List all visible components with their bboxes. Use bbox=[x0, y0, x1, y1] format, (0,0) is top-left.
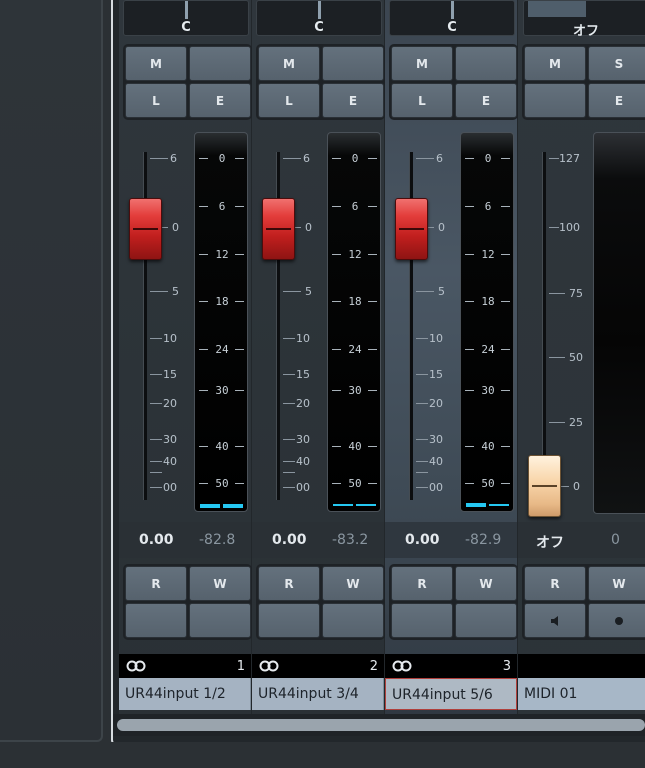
channel-header: 3 bbox=[385, 654, 517, 678]
volume-value[interactable]: 0.00 bbox=[272, 532, 307, 548]
write-button[interactable]: W bbox=[322, 566, 384, 601]
pan-control[interactable]: C bbox=[256, 0, 382, 36]
velocity-value[interactable]: 0 bbox=[611, 532, 620, 548]
listen-button[interactable]: L bbox=[125, 83, 187, 118]
channel-name-label: UR44input 3/4 bbox=[258, 686, 359, 702]
level-meter: 0 6 12 18 24 30 40 50 bbox=[194, 132, 248, 512]
channel-header: 1 bbox=[119, 654, 251, 678]
write-button[interactable]: W bbox=[455, 566, 517, 601]
pan-indicator bbox=[528, 1, 586, 17]
meter-led-left bbox=[466, 503, 486, 507]
channel-number: 1 bbox=[236, 659, 245, 674]
peak-value[interactable]: -82.8 bbox=[199, 532, 235, 548]
volume-fader-knob[interactable] bbox=[395, 198, 428, 260]
channel-name[interactable]: UR44input 3/4 bbox=[252, 678, 384, 710]
channel-name-label: UR44input 5/6 bbox=[392, 687, 493, 703]
channel-strip-3: C M L E 6 0 5 10 15 20 30 40 00 0 6 12 1… bbox=[385, 0, 518, 718]
record-dot-icon bbox=[615, 616, 623, 625]
stereo-link-icon bbox=[126, 660, 146, 672]
read-button[interactable]: R bbox=[258, 566, 320, 601]
blank-button[interactable] bbox=[322, 603, 384, 638]
solo-button[interactable]: S bbox=[588, 46, 645, 81]
channel-name-label: MIDI 01 bbox=[524, 686, 578, 702]
mute-button[interactable]: M bbox=[258, 46, 320, 81]
edit-button[interactable]: E bbox=[322, 83, 384, 118]
midi-volume-fader-knob[interactable] bbox=[528, 455, 561, 517]
meter-led-right bbox=[223, 504, 243, 508]
read-button[interactable]: R bbox=[391, 566, 453, 601]
read-button[interactable]: R bbox=[125, 566, 187, 601]
channel-number: 2 bbox=[369, 659, 378, 674]
meter-led-left bbox=[200, 504, 220, 508]
pan-control[interactable]: C bbox=[123, 0, 249, 36]
value-display: オフ 0 bbox=[518, 522, 645, 558]
pan-indicator bbox=[451, 1, 454, 19]
write-button[interactable]: W bbox=[588, 566, 645, 601]
pan-value: C bbox=[181, 20, 191, 35]
mute-button[interactable]: M bbox=[391, 46, 453, 81]
level-meter: 0 6 12 18 24 30 40 50 bbox=[460, 132, 514, 512]
channel-name-label: UR44input 1/2 bbox=[125, 686, 226, 702]
channel-strip-midi: オフ M S E 127 100 75 50 25 0 オフ 0 R W MID… bbox=[518, 0, 645, 718]
pan-indicator bbox=[185, 1, 188, 19]
mute-button[interactable]: M bbox=[125, 46, 187, 81]
mixer-console: C M L E 6 0 5 10 15 20 30 40 00 0 6 12 1… bbox=[111, 0, 645, 746]
read-button[interactable]: R bbox=[524, 566, 586, 601]
solo-button[interactable] bbox=[189, 46, 251, 81]
edit-button[interactable]: E bbox=[455, 83, 517, 118]
pan-control[interactable]: C bbox=[389, 0, 515, 36]
blank-button[interactable] bbox=[391, 603, 453, 638]
monitor-button[interactable] bbox=[524, 603, 586, 638]
value-display: 0.00 -82.9 bbox=[385, 522, 517, 558]
channel-number: 3 bbox=[502, 659, 511, 674]
blank-button[interactable] bbox=[125, 603, 187, 638]
channel-name[interactable]: UR44input 1/2 bbox=[119, 678, 251, 710]
level-meter: 0 6 12 18 24 30 40 50 bbox=[327, 132, 381, 512]
midi-pan-control[interactable]: オフ bbox=[523, 0, 645, 39]
pan-value: C bbox=[447, 20, 457, 35]
stereo-link-icon bbox=[259, 660, 279, 672]
left-panel bbox=[0, 0, 103, 742]
channel-header: 2 bbox=[252, 654, 384, 678]
channel-name[interactable]: MIDI 01 bbox=[518, 678, 645, 710]
value-display: 0.00 -83.2 bbox=[252, 522, 384, 558]
meter-led-right bbox=[489, 504, 509, 506]
window-bottom-edge bbox=[0, 742, 645, 768]
pan-indicator bbox=[318, 1, 321, 19]
blank-button[interactable] bbox=[524, 83, 586, 118]
edit-button[interactable]: E bbox=[588, 83, 645, 118]
volume-fader-knob[interactable] bbox=[262, 198, 295, 260]
channel-header: 1 bbox=[518, 654, 645, 678]
mute-button[interactable]: M bbox=[524, 46, 586, 81]
midi-level-meter bbox=[593, 132, 645, 514]
solo-button[interactable] bbox=[455, 46, 517, 81]
volume-value[interactable]: オフ bbox=[536, 532, 564, 552]
edit-button[interactable]: E bbox=[189, 83, 251, 118]
volume-fader-knob[interactable] bbox=[129, 198, 162, 260]
solo-button[interactable] bbox=[322, 46, 384, 81]
listen-button[interactable]: L bbox=[258, 83, 320, 118]
volume-value[interactable]: 0.00 bbox=[405, 532, 440, 548]
pan-value: オフ bbox=[572, 24, 599, 39]
meter-led-left bbox=[333, 504, 353, 506]
peak-value[interactable]: -83.2 bbox=[332, 532, 368, 548]
channel-strip-1: C M L E 6 0 5 10 15 20 30 40 00 0 6 12 1… bbox=[119, 0, 252, 718]
blank-button[interactable] bbox=[189, 603, 251, 638]
fader-track[interactable] bbox=[542, 152, 546, 492]
listen-button[interactable]: L bbox=[391, 83, 453, 118]
write-button[interactable]: W bbox=[189, 566, 251, 601]
channel-name[interactable]: UR44input 5/6 bbox=[385, 678, 517, 710]
blank-button[interactable] bbox=[258, 603, 320, 638]
peak-value[interactable]: -82.9 bbox=[465, 532, 501, 548]
blank-button[interactable] bbox=[455, 603, 517, 638]
speaker-icon bbox=[551, 615, 558, 626]
stereo-link-icon bbox=[392, 660, 412, 672]
record-enable-button[interactable] bbox=[588, 603, 645, 638]
pan-value: C bbox=[314, 20, 324, 35]
horizontal-scrollbar[interactable] bbox=[117, 719, 645, 731]
channel-strip-2: C M L E 6 0 5 10 15 20 30 40 00 0 6 12 1… bbox=[252, 0, 385, 718]
value-display: 0.00 -82.8 bbox=[119, 522, 251, 558]
meter-led-right bbox=[356, 504, 376, 506]
volume-value[interactable]: 0.00 bbox=[139, 532, 174, 548]
